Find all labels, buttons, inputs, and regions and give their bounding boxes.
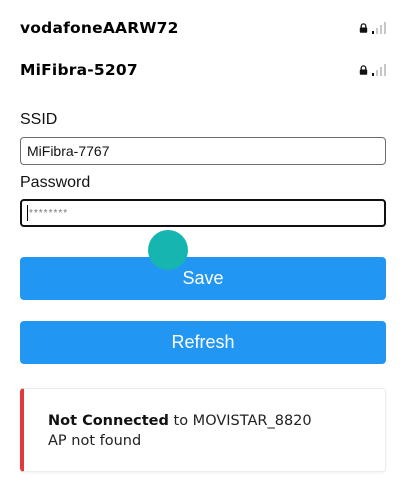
network-item[interactable]: MiFibra-5207 — [20, 56, 386, 84]
lock-icon — [359, 23, 368, 33]
password-input[interactable]: ******** — [20, 199, 386, 227]
connection-status-box: Not Connected to MOVISTAR_8820 AP not fo… — [20, 388, 386, 472]
save-button[interactable]: Save — [20, 257, 386, 300]
signal-weak-icon — [372, 22, 386, 34]
signal-weak-icon — [372, 64, 386, 76]
password-label: Password — [20, 174, 91, 191]
refresh-button[interactable]: Refresh — [20, 321, 386, 364]
ssid-input-value: MiFibra-7767 — [27, 143, 110, 159]
ssid-input[interactable]: MiFibra-7767 — [20, 137, 386, 165]
connection-status-text: Not Connected to MOVISTAR_8820 AP not fo… — [48, 411, 312, 451]
network-status-icons — [359, 14, 386, 42]
wifi-config-page: vodafoneAARW72 MiFibra-5207 SSID MiFibra… — [0, 0, 411, 501]
connection-state: Not Connected — [48, 413, 169, 429]
touch-indicator — [148, 230, 188, 270]
network-ssid[interactable]: MiFibra-5207 — [20, 56, 138, 84]
network-status-icons — [359, 56, 386, 84]
password-input-value: ******** — [29, 207, 69, 219]
ssid-label: SSID — [20, 111, 58, 128]
connection-target: to MOVISTAR_8820 — [168, 413, 312, 429]
network-ssid[interactable]: vodafoneAARW72 — [20, 14, 179, 42]
network-item[interactable]: vodafoneAARW72 — [20, 14, 386, 42]
text-caret — [27, 205, 28, 221]
lock-icon — [359, 65, 368, 75]
connection-detail: AP not found — [48, 433, 142, 449]
